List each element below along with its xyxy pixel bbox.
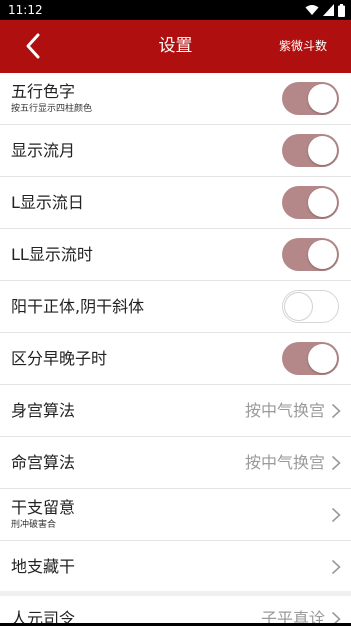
show-liuyue-toggle[interactable]	[282, 134, 339, 167]
status-time: 11:12	[8, 3, 43, 17]
setting-value: 按中气换宫	[244, 401, 325, 420]
setting-value: 按中气换宫	[244, 453, 325, 472]
setting-label: 显示流月	[11, 141, 76, 160]
back-button[interactable]	[20, 32, 48, 60]
setting-row-ganzhi-notes[interactable]: 干支留意 刑冲破害合	[0, 489, 351, 541]
wifi-icon	[305, 5, 319, 15]
show-liushi-toggle[interactable]	[282, 238, 339, 271]
setting-row-wuxing-color: 五行色字 按五行显示四柱颜色	[0, 73, 351, 125]
toggle-knob	[308, 240, 337, 269]
app-bar: 设置 紫微斗数	[0, 20, 351, 73]
setting-row-show-liuyue: 显示流月	[0, 125, 351, 177]
chevron-left-icon	[26, 33, 40, 59]
setting-label: 地支藏干	[11, 557, 76, 576]
ziwei-doushu-button[interactable]: 紫微斗数	[279, 20, 327, 73]
setting-row-yang-yin-style: 阳干正体,阴干斜体	[0, 281, 351, 333]
setting-row-show-liushi: LL显示流时	[0, 229, 351, 281]
wuxing-color-toggle[interactable]	[282, 82, 339, 115]
setting-row-dizhi-canggan[interactable]: 地支藏干	[0, 541, 351, 593]
setting-row-early-late-zi: 区分早晚子时	[0, 333, 351, 385]
toggle-knob	[284, 292, 313, 321]
show-liuri-toggle[interactable]	[282, 186, 339, 219]
early-late-zi-toggle[interactable]	[282, 342, 339, 375]
signal-icon	[323, 4, 334, 16]
setting-sublabel: 刑冲破害合	[11, 520, 57, 530]
setting-label: 干支留意	[11, 498, 76, 517]
toggle-knob	[308, 344, 337, 373]
chevron-right-icon	[331, 455, 341, 471]
setting-label: 五行色字	[11, 82, 76, 101]
status-bar: 11:12	[0, 0, 351, 20]
settings-list: 五行色字 按五行显示四柱颜色 显示流月 L显示流日 LL显示流时 阳干正体,阴干…	[0, 73, 351, 593]
toggle-knob	[308, 84, 337, 113]
toggle-knob	[308, 136, 337, 165]
setting-row-minggong[interactable]: 命宫算法 按中气换宫	[0, 437, 351, 489]
battery-icon	[338, 3, 345, 17]
setting-label: 区分早晚子时	[11, 349, 108, 368]
toggle-knob	[308, 188, 337, 217]
yang-yin-style-toggle[interactable]	[282, 290, 339, 323]
chevron-right-icon	[331, 507, 341, 523]
setting-sublabel: 按五行显示四柱颜色	[11, 104, 93, 114]
setting-label: LL显示流时	[11, 245, 93, 264]
setting-label: 阳干正体,阴干斜体	[11, 297, 145, 316]
setting-row-show-liuri: L显示流日	[0, 177, 351, 229]
chevron-right-icon	[331, 559, 341, 575]
setting-label: 命宫算法	[11, 453, 76, 472]
setting-row-shengong[interactable]: 身宫算法 按中气换宫	[0, 385, 351, 437]
setting-row-renyuan-siling[interactable]: 人元司令 子平真诠	[0, 596, 351, 626]
system-icons	[305, 2, 345, 18]
setting-label: 身宫算法	[11, 401, 76, 420]
chevron-right-icon	[331, 403, 341, 419]
setting-label: L显示流日	[11, 193, 84, 212]
